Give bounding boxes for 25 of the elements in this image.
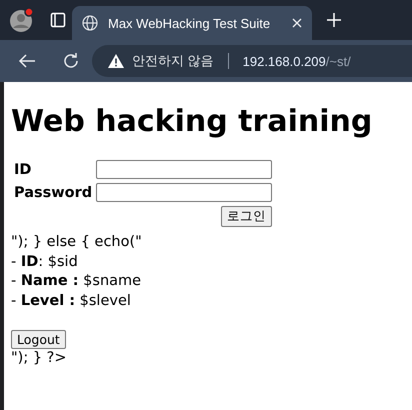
field-label: Password: [13, 184, 94, 202]
new-tab-icon[interactable]: [326, 12, 342, 28]
close-icon[interactable]: [292, 18, 302, 28]
back-arrow-icon[interactable]: [18, 53, 36, 69]
input-field[interactable]: [96, 183, 272, 202]
url-host: 192.168.0.209: [242, 54, 326, 68]
reload-icon[interactable]: [62, 52, 80, 70]
info-line: - Level : $slevel: [11, 292, 132, 310]
field-label: ID: [13, 160, 32, 180]
address-bar[interactable]: 안전하지 않음 192.168.0.209/~st/: [92, 45, 412, 77]
code-text: "); } else { echo(": [11, 233, 143, 252]
tab-title: Max WebHacking Test Suite: [108, 16, 272, 30]
globe-icon: [82, 15, 98, 31]
info-line: - Name : $sname: [11, 272, 142, 291]
input-field[interactable]: [96, 160, 272, 179]
page-heading: Web hacking training: [11, 104, 374, 139]
url-path: /~st/: [326, 54, 351, 68]
tab-actions-icon[interactable]: [50, 12, 66, 28]
security-label[interactable]: 안전하지 않음: [132, 52, 214, 70]
login-button[interactable]: 로그인: [221, 206, 272, 227]
logout-button[interactable]: Logout: [11, 330, 66, 349]
warning-icon[interactable]: [108, 54, 124, 68]
browser-tab[interactable]: Max WebHacking Test Suite: [72, 6, 312, 40]
code-text: "); } ?>: [11, 349, 68, 368]
info-line: - ID: $sid: [11, 252, 79, 272]
